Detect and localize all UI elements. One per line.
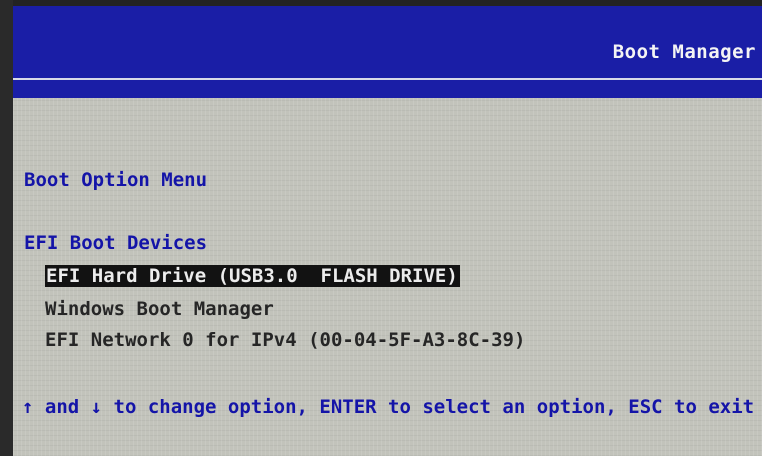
help-text: ↑ and ↓ to change option, ENTER to selec… [22,396,755,418]
boot-option-label: EFI Network 0 for IPv4 (00-04-5F-A3-8C-3… [45,329,526,351]
monitor-bezel-left [0,0,13,456]
section-title: EFI Boot Devices [24,232,208,254]
bios-screen: Boot Manager Boot Option Menu EFI Boot D… [0,0,762,456]
boot-option-windows-boot-manager[interactable]: Windows Boot Manager [45,297,274,321]
boot-option-efi-hard-drive[interactable]: EFI Hard Drive (USB3.0 FLASH DRIVE) [45,264,460,288]
boot-option-label: Windows Boot Manager [45,298,274,320]
header-divider [13,78,762,80]
menu-title: Boot Option Menu [24,169,208,191]
boot-option-label: EFI Hard Drive (USB3.0 FLASH DRIVE) [45,265,460,287]
header-bar: Boot Manager [13,6,762,98]
boot-menu-panel: Boot Option Menu EFI Boot Devices EFI Ha… [13,98,762,456]
header-title: Boot Manager [612,41,756,63]
boot-option-efi-network[interactable]: EFI Network 0 for IPv4 (00-04-5F-A3-8C-3… [45,328,525,352]
